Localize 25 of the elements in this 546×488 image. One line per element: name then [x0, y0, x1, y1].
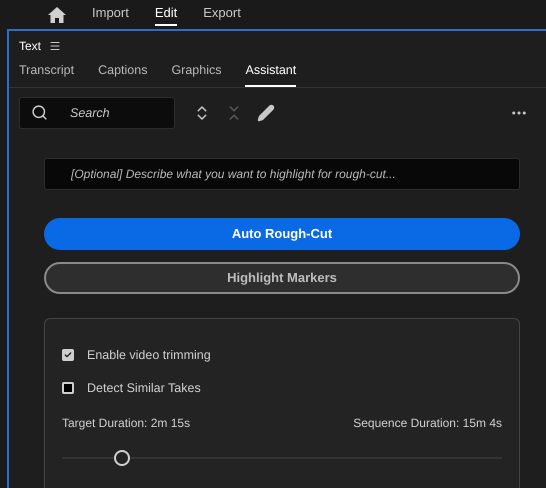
- pencil-icon[interactable]: [257, 104, 275, 122]
- search-icon: [31, 104, 48, 121]
- checkbox[interactable]: [62, 349, 74, 362]
- checkbox-label: Detect Similar Takes: [87, 380, 201, 397]
- checkbox[interactable]: [62, 382, 74, 394]
- home-icon[interactable]: [48, 6, 66, 22]
- nav-tab[interactable]: Export: [203, 3, 241, 26]
- tab[interactable]: Transcript: [19, 61, 74, 87]
- duration-slider[interactable]: [62, 450, 502, 466]
- search-field[interactable]: Search: [19, 96, 175, 129]
- nav-tab[interactable]: Edit: [154, 3, 178, 26]
- panel-title: Text: [19, 38, 42, 55]
- nav-tab[interactable]: Import: [92, 3, 129, 26]
- tab[interactable]: Graphics: [171, 61, 222, 87]
- prompt-field[interactable]: [Optional] Describe what you want to highlight for rough-cut...: [44, 158, 520, 190]
- sequence-duration: Sequence Duration: 15m 4s: [353, 414, 502, 432]
- tab[interactable]: Captions: [98, 61, 148, 87]
- menu-icon[interactable]: [49, 40, 62, 52]
- target-duration: Target Duration: 2m 15s: [62, 414, 190, 432]
- rough-cut-button[interactable]: Auto Rough-Cut: [44, 218, 520, 250]
- tab[interactable]: Assistant: [245, 61, 296, 87]
- markers-button[interactable]: Highlight Markers: [44, 262, 520, 294]
- checkbox-label: Enable video trimming: [87, 346, 211, 364]
- check-icon: [64, 350, 72, 360]
- slider-thumb[interactable]: [114, 450, 130, 466]
